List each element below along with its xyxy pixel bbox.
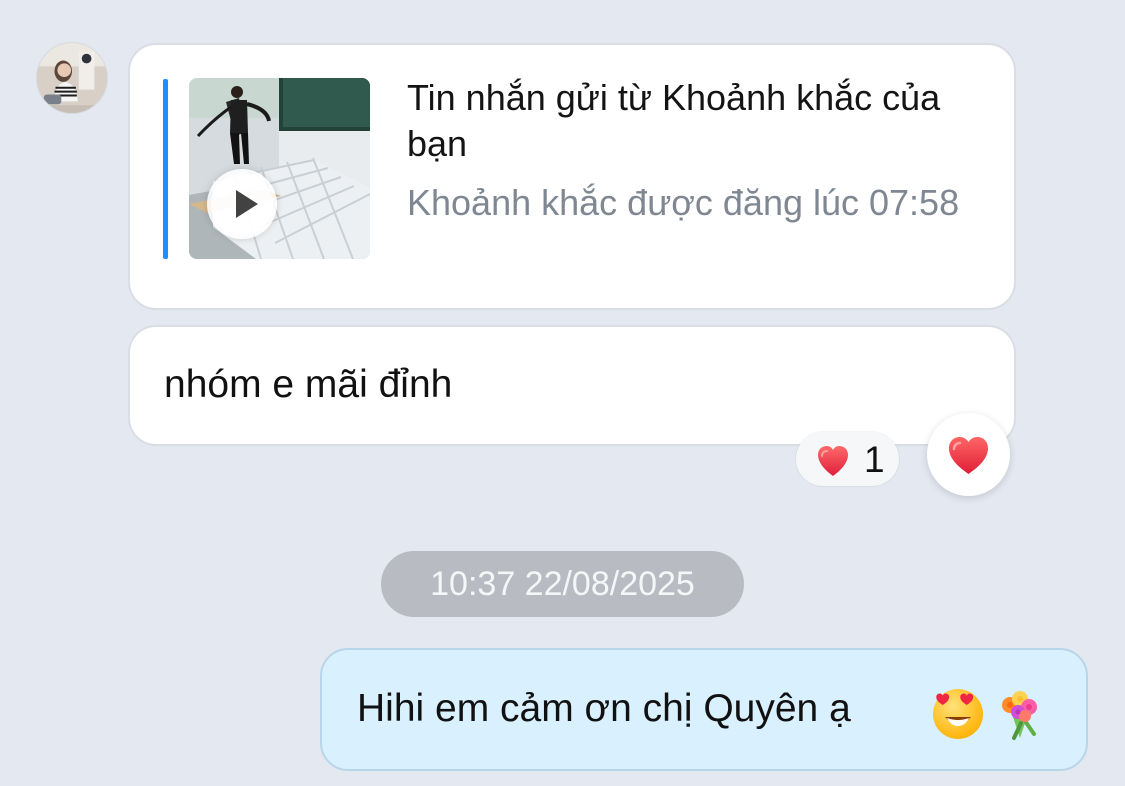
heart-icon — [949, 437, 988, 474]
timestamp-text: 10:37 22/08/2025 — [430, 565, 695, 603]
react-heart-button[interactable] — [927, 413, 1010, 496]
moment-card[interactable]: Tin nhắn gửi từ Khoảnh khắc của bạn Khoả… — [128, 43, 1016, 310]
outgoing-message[interactable]: Hihi em cảm ơn chị Quyên ạ — [320, 648, 1088, 771]
moment-title: Tin nhắn gửi từ Khoảnh khắc của bạn — [407, 77, 941, 164]
heart-icon — [818, 446, 848, 476]
reaction-summary[interactable]: 1 — [796, 432, 899, 486]
incoming-message-text: nhóm e mãi đỉnh — [164, 363, 453, 406]
outgoing-message-text: Hihi em cảm ơn chị Quyên ạ — [357, 687, 851, 730]
play-button[interactable] — [207, 169, 277, 239]
play-icon — [211, 173, 273, 235]
incoming-message[interactable]: nhóm e mãi đỉnh — [128, 325, 1016, 446]
moment-thumbnail[interactable] — [189, 78, 370, 259]
avatar[interactable] — [36, 42, 108, 114]
reaction-count: 1 — [864, 439, 885, 480]
moment-subtitle: Khoảnh khắc được đăng lúc 07:58 — [407, 182, 960, 223]
heart-eyes-emoji-icon — [933, 689, 983, 739]
timestamp-chip: 10:37 22/08/2025 — [381, 551, 744, 617]
bouquet-emoji-icon — [1002, 691, 1037, 740]
moment-accent-line — [163, 79, 168, 259]
profile-avatar-icon — [37, 43, 107, 113]
